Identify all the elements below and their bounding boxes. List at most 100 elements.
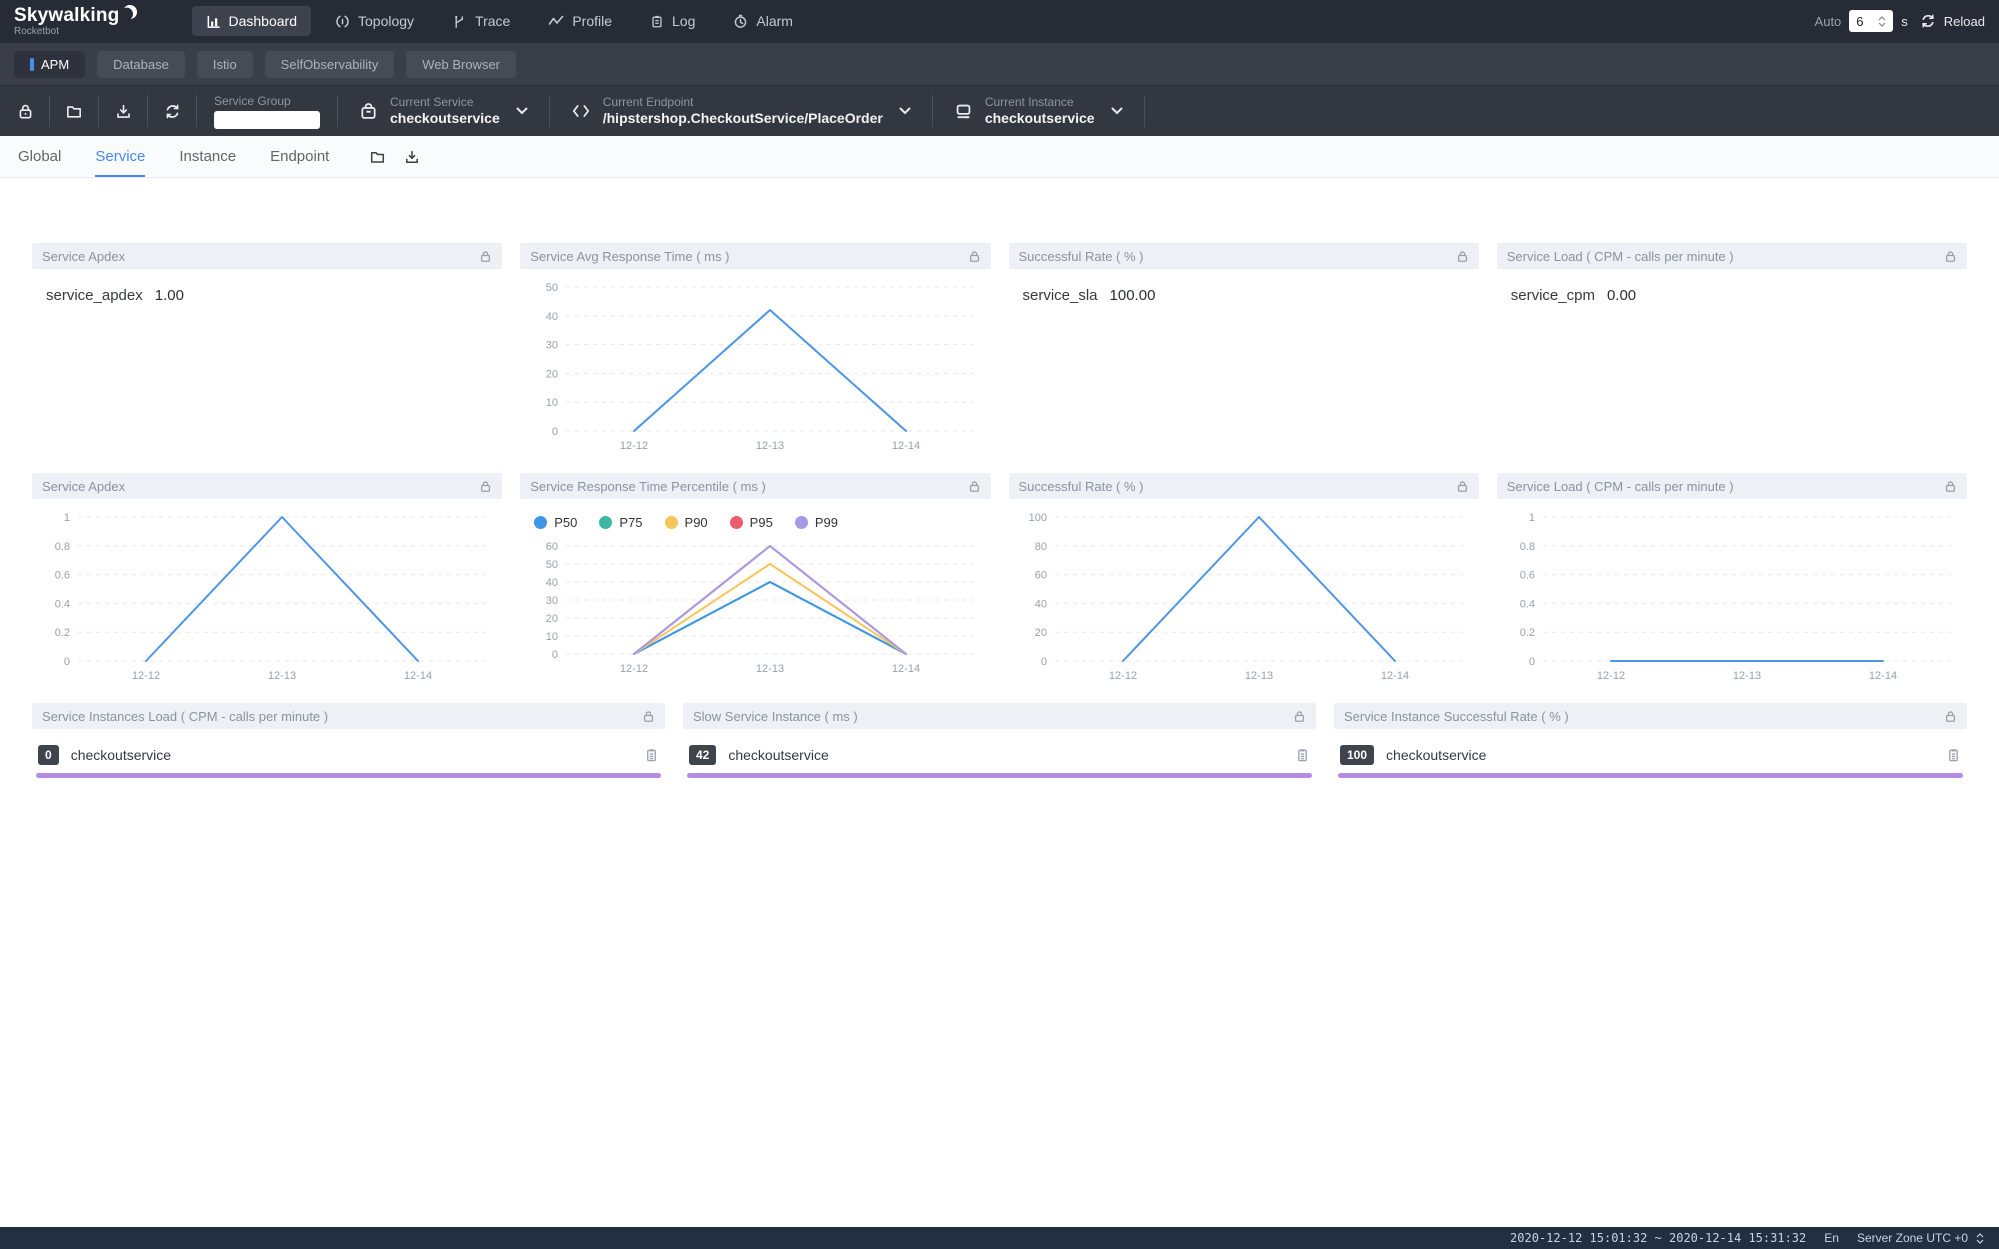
- svg-text:40: 40: [546, 577, 558, 589]
- card-header: Service Response Time Percentile ( ms ): [520, 473, 990, 499]
- divider: [98, 95, 99, 127]
- instance-list-item[interactable]: 100 checkoutservice: [1336, 735, 1965, 773]
- card-title: Service Response Time Percentile ( ms ): [530, 479, 967, 494]
- server-zone-selector[interactable]: Server Zone UTC +0: [1857, 1231, 1987, 1245]
- auto-refresh-input[interactable]: [1849, 14, 1875, 29]
- card-header: Service Apdex: [32, 243, 502, 269]
- page-tab-apm[interactable]: APM: [14, 51, 85, 78]
- refresh-templates-icon[interactable]: [153, 103, 191, 120]
- stepper-arrows-icon[interactable]: [1875, 16, 1889, 27]
- card-response-time-percentile: Service Response Time Percentile ( ms ) …: [520, 473, 990, 689]
- svg-text:1: 1: [1529, 512, 1535, 524]
- tab-instance[interactable]: Instance: [179, 136, 236, 177]
- lock-icon[interactable]: [1293, 710, 1306, 723]
- selector-value: checkoutservice: [390, 110, 500, 128]
- clipboard-icon[interactable]: [644, 747, 659, 763]
- tab-label: Instance: [179, 148, 236, 165]
- legend-item[interactable]: P75: [599, 515, 642, 530]
- lock-icon[interactable]: [968, 250, 981, 263]
- card-header: Successful Rate ( % ): [1009, 243, 1479, 269]
- active-page-indicator: [30, 58, 34, 71]
- nav-item-alarm[interactable]: Alarm: [719, 6, 807, 36]
- legend-item[interactable]: P99: [795, 515, 838, 530]
- lock-icon[interactable]: [968, 480, 981, 493]
- tab-endpoint[interactable]: Endpoint: [270, 136, 329, 177]
- lock-icon[interactable]: [1456, 480, 1469, 493]
- legend-item[interactable]: P95: [730, 515, 773, 530]
- service-group-block: Service Group: [202, 94, 332, 129]
- svg-text:0.4: 0.4: [1519, 598, 1534, 610]
- lock-icon[interactable]: [479, 480, 492, 493]
- page-tab-istio[interactable]: Istio: [197, 51, 253, 78]
- page-tab-label: APM: [41, 57, 69, 72]
- lock-icon[interactable]: [1944, 480, 1957, 493]
- tab-service[interactable]: Service: [95, 136, 145, 177]
- svg-text:50: 50: [546, 559, 558, 571]
- current-endpoint-selector[interactable]: Current Endpoint /hipstershop.CheckoutSe…: [555, 95, 927, 128]
- legend-label: P99: [815, 515, 838, 530]
- instance-list-item[interactable]: 42 checkoutservice: [685, 735, 1314, 773]
- folder-import-icon[interactable]: [55, 103, 93, 120]
- svg-text:10: 10: [546, 397, 558, 409]
- nav-item-topology[interactable]: Topology: [321, 6, 428, 36]
- card-title: Service Instances Load ( CPM - calls per…: [42, 709, 642, 724]
- lock-edit-icon[interactable]: [6, 103, 44, 120]
- page-tab-selfobservability[interactable]: SelfObservability: [265, 51, 395, 78]
- card-instance-successful-rate: Service Instance Successful Rate ( % ) 1…: [1334, 703, 1967, 778]
- nav-item-profile[interactable]: Profile: [534, 6, 626, 36]
- dashboard-icon: [206, 14, 221, 29]
- service-group-input[interactable]: [214, 111, 320, 129]
- nav-item-dashboard[interactable]: Dashboard: [192, 6, 312, 36]
- language-toggle[interactable]: En: [1824, 1231, 1839, 1245]
- page-tab-label: Database: [113, 57, 169, 72]
- svg-text:0: 0: [552, 426, 558, 438]
- card-title: Service Avg Response Time ( ms ): [530, 249, 967, 264]
- nav-item-trace[interactable]: Trace: [438, 6, 524, 36]
- page-tab-database[interactable]: Database: [97, 51, 185, 78]
- legend-dot-icon: [795, 516, 808, 529]
- page-tab-web-browser[interactable]: Web Browser: [406, 51, 516, 78]
- clipboard-icon[interactable]: [1295, 747, 1310, 763]
- time-range-picker[interactable]: 2020-12-12 15:01:32 ~ 2020-12-14 15:31:3…: [1510, 1231, 1806, 1245]
- current-service-selector[interactable]: Current Service checkoutservice: [343, 95, 544, 128]
- svg-text:0.8: 0.8: [55, 541, 70, 553]
- tab-global[interactable]: Global: [18, 136, 61, 177]
- nav-item-label: Log: [672, 13, 695, 29]
- legend-item[interactable]: P90: [665, 515, 708, 530]
- instance-list-item[interactable]: 0 checkoutservice: [34, 735, 663, 773]
- lock-icon[interactable]: [642, 710, 655, 723]
- auto-refresh-stepper[interactable]: [1849, 10, 1893, 32]
- lock-icon[interactable]: [1944, 710, 1957, 723]
- alarm-icon: [733, 14, 748, 29]
- download-icon[interactable]: [404, 149, 420, 165]
- card-title: Service Load ( CPM - calls per minute ): [1507, 479, 1944, 494]
- legend-item[interactable]: P50: [534, 515, 577, 530]
- current-instance-selector[interactable]: Current Instance checkoutservice: [938, 95, 1139, 128]
- instance-name: checkoutservice: [1386, 747, 1946, 763]
- value-badge: 100: [1340, 745, 1374, 765]
- nav-item-label: Profile: [572, 13, 612, 29]
- folder-icon[interactable]: [369, 149, 386, 165]
- lock-icon[interactable]: [479, 250, 492, 263]
- service-lock-icon: [359, 102, 378, 121]
- reload-label[interactable]: Reload: [1944, 14, 1985, 29]
- svg-text:40: 40: [546, 311, 558, 323]
- nav-item-log[interactable]: Log: [636, 6, 709, 36]
- nav-item-label: Topology: [358, 13, 414, 29]
- card-title: Service Load ( CPM - calls per minute ): [1507, 249, 1944, 264]
- lock-icon[interactable]: [1944, 250, 1957, 263]
- clipboard-icon[interactable]: [1946, 747, 1961, 763]
- zone-stepper-icon[interactable]: [1973, 1233, 1987, 1244]
- svg-text:12-12: 12-12: [620, 663, 648, 675]
- svg-text:12-12: 12-12: [1597, 670, 1625, 682]
- export-download-icon[interactable]: [104, 103, 142, 120]
- svg-text:60: 60: [1034, 570, 1046, 582]
- svg-text:12-14: 12-14: [892, 663, 920, 675]
- auto-refresh-unit: s: [1901, 14, 1908, 29]
- svg-text:12-14: 12-14: [1380, 670, 1408, 682]
- svg-text:12-12: 12-12: [132, 670, 160, 682]
- lock-icon[interactable]: [1456, 250, 1469, 263]
- svg-text:80: 80: [1034, 541, 1046, 553]
- reload-icon[interactable]: [1920, 13, 1936, 29]
- svg-text:12-14: 12-14: [892, 440, 920, 452]
